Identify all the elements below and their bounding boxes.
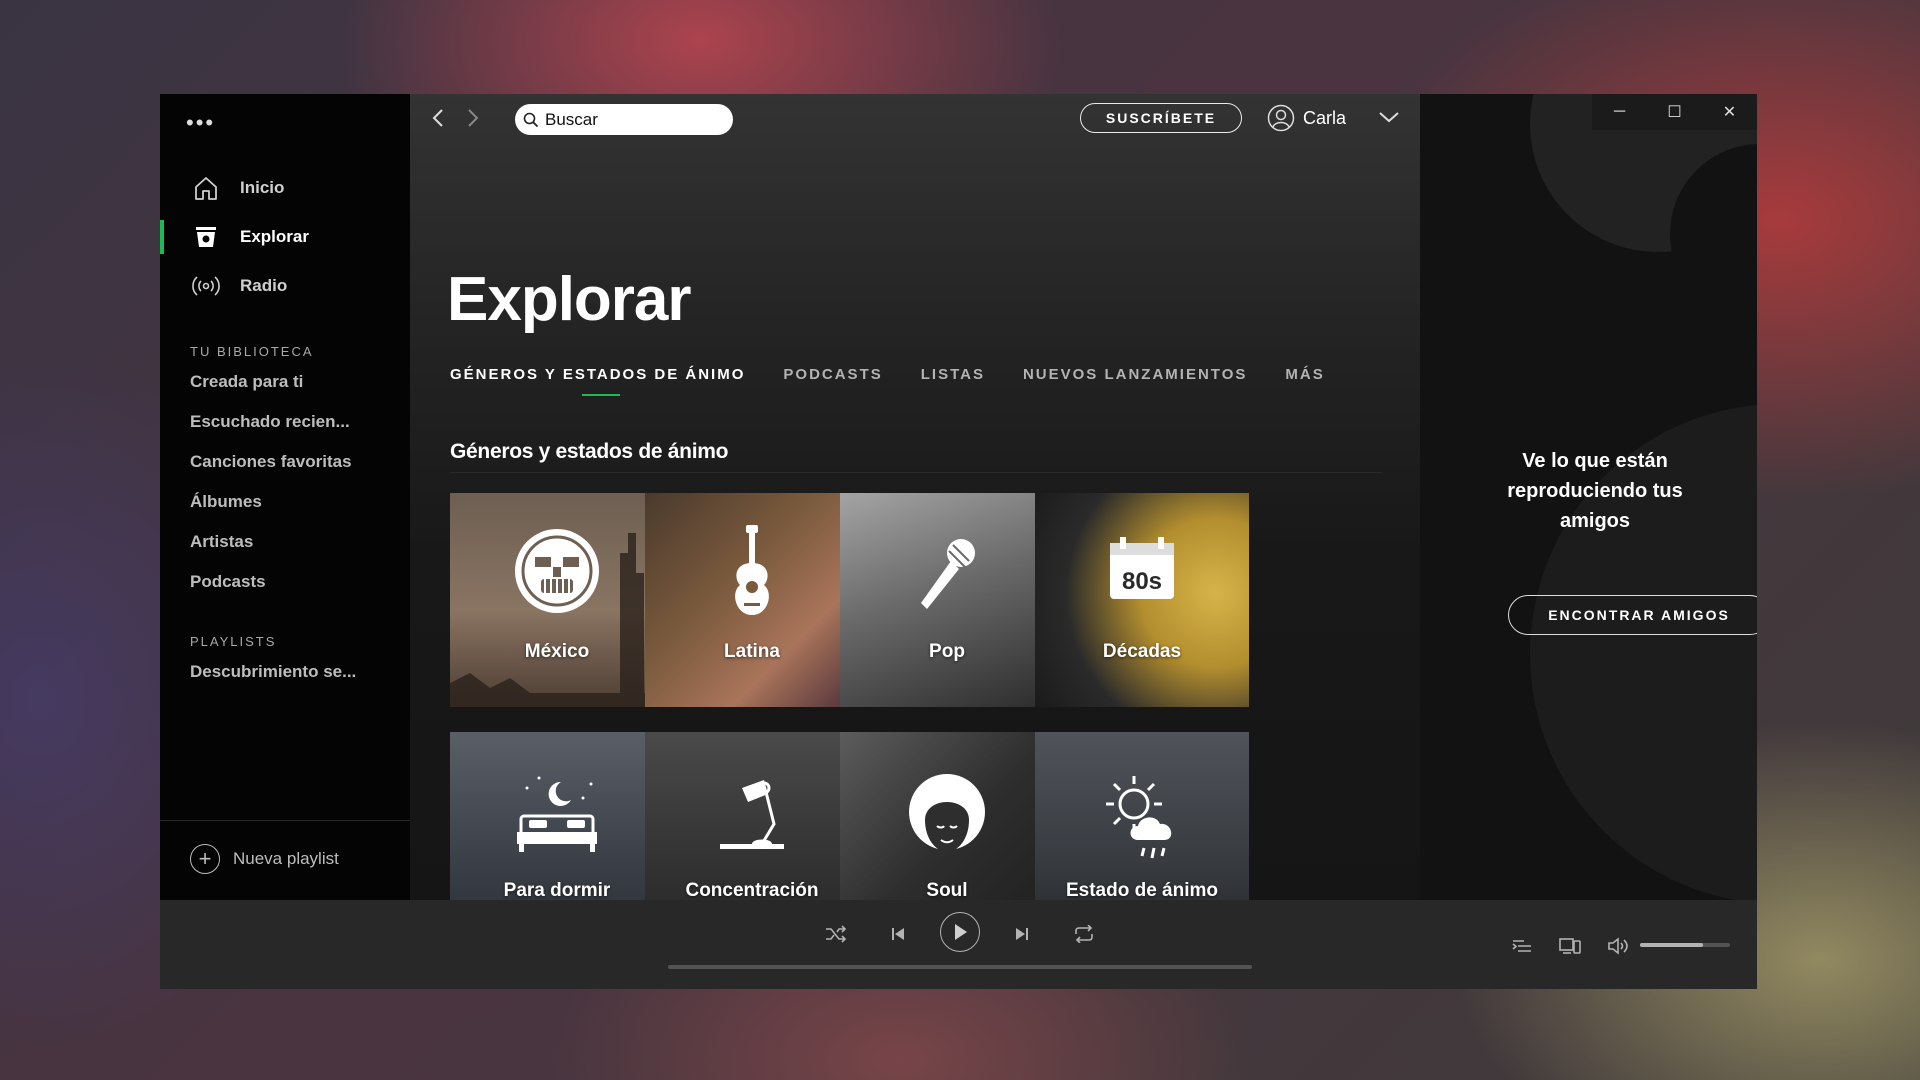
maximize-icon[interactable]: ☐ [1647, 94, 1702, 130]
browse-icon [190, 221, 222, 253]
user-name: Carla [1303, 107, 1347, 128]
forward-arrow-icon[interactable] [465, 106, 481, 135]
tab-more[interactable]: MÁS [1285, 366, 1324, 383]
tab-podcasts[interactable]: PODCASTS [783, 366, 882, 383]
desk-lamp-icon [645, 772, 859, 862]
find-friends-button[interactable]: ENCONTRAR AMIGOS [1508, 595, 1757, 635]
new-playlist-label: Nueva playlist [233, 849, 339, 868]
tile-label: Concentración [685, 880, 819, 900]
menu-dots-icon[interactable]: ••• [186, 110, 215, 136]
nav-label: Inicio [240, 178, 285, 197]
aztec-mask-icon [450, 523, 664, 619]
tile-label: Para dormir [503, 880, 611, 900]
active-indicator [160, 220, 164, 254]
nav-item-inicio[interactable]: Inicio [190, 171, 284, 205]
playlists-heading: PLAYLISTS [190, 634, 277, 649]
sidebar: ••• Inicio Explorar Radio TU BIBLIOTECA … [160, 94, 410, 900]
genre-tile-soul[interactable]: Soul [840, 732, 1054, 900]
queue-icon[interactable] [1510, 934, 1534, 958]
chevron-down-icon[interactable] [1378, 110, 1400, 129]
genre-tile-mood[interactable]: Estado de ánimo [1035, 732, 1249, 900]
library-item-liked-songs[interactable]: Canciones favoritas [190, 452, 352, 472]
nav-item-explorar[interactable]: Explorar [190, 220, 309, 254]
tile-label: Pop [929, 641, 965, 662]
genre-tile-focus[interactable]: Concentración [645, 732, 859, 900]
user-avatar-icon [1267, 104, 1295, 132]
library-item-albums[interactable]: Álbumes [190, 492, 262, 512]
library-item-artists[interactable]: Artistas [190, 532, 253, 552]
tile-label: Latina [724, 641, 780, 662]
genre-tile-decades[interactable]: 80s Décadas [1035, 493, 1249, 707]
back-arrow-icon[interactable] [430, 106, 446, 135]
search-box[interactable] [515, 104, 733, 135]
shuffle-icon[interactable] [824, 922, 848, 946]
spotify-window: ••• Inicio Explorar Radio TU BIBLIOTECA … [160, 94, 1757, 989]
genre-tile-latina[interactable]: Latina [645, 493, 859, 707]
window-controls: ─ ☐ ✕ [1592, 94, 1757, 130]
repeat-icon[interactable] [1072, 922, 1096, 946]
volume-level [1640, 943, 1703, 947]
home-icon [190, 172, 222, 204]
player-bar [160, 900, 1757, 989]
subscribe-button[interactable]: SUSCRÍBETE [1080, 103, 1242, 133]
previous-track-icon[interactable] [886, 922, 910, 946]
genre-tile-pop[interactable]: Pop [840, 493, 1054, 707]
playlist-item[interactable]: Descubrimiento se... [190, 662, 356, 682]
devices-icon[interactable] [1558, 934, 1582, 958]
search-icon [523, 112, 539, 128]
next-track-icon[interactable] [1010, 922, 1034, 946]
library-item-made-for-you[interactable]: Creada para ti [190, 372, 303, 392]
genre-tile-mexico[interactable]: México [450, 493, 664, 707]
friend-activity-panel: ─ ☐ ✕ Ve lo que están reproduciendo tus … [1420, 94, 1757, 900]
nav-label: Explorar [240, 227, 309, 246]
tile-label: Soul [926, 880, 968, 900]
genre-tile-sleep[interactable]: Para dormir [450, 732, 664, 900]
nav-item-radio[interactable]: Radio [190, 269, 287, 303]
tile-label: Décadas [1102, 641, 1182, 662]
minimize-icon[interactable]: ─ [1592, 94, 1647, 130]
tab-bar: GÉNEROS Y ESTADOS DE ÁNIMO PODCASTS LIST… [450, 366, 1363, 396]
calendar-80s-text: 80s [1122, 568, 1162, 595]
page-title: Explorar [447, 265, 692, 334]
bed-moon-icon [450, 772, 664, 862]
volume-slider[interactable] [1640, 943, 1730, 947]
library-heading: TU BIBLIOTECA [190, 344, 314, 359]
library-item-podcasts[interactable]: Podcasts [190, 572, 266, 592]
afro-face-icon [840, 768, 1054, 868]
nav-label: Radio [240, 276, 288, 295]
calendar-80s-icon: 80s [1035, 523, 1249, 619]
play-icon[interactable] [940, 912, 980, 952]
friends-message: Ve lo que están reproduciendo tus amigos [1507, 450, 1683, 532]
new-playlist-button[interactable]: + Nueva playlist [190, 844, 339, 874]
user-menu[interactable]: Carla [1267, 104, 1346, 132]
plus-circle-icon: + [190, 844, 220, 874]
sidebar-divider [160, 820, 410, 821]
tile-label: Estado de ánimo [1065, 880, 1219, 900]
sun-cloud-rain-icon [1035, 768, 1249, 868]
radio-icon [190, 270, 222, 302]
tab-charts[interactable]: LISTAS [921, 366, 985, 383]
volume-icon[interactable] [1606, 934, 1630, 958]
search-input[interactable] [545, 109, 715, 130]
section-divider [450, 472, 1382, 473]
microphone-icon [840, 523, 1054, 619]
main-content: SUSCRÍBETE Carla Explorar GÉNEROS Y ESTA… [410, 94, 1420, 900]
library-item-recently-played[interactable]: Escuchado recien... [190, 412, 350, 432]
section-title: Géneros y estados de ánimo [450, 440, 729, 463]
close-icon[interactable]: ✕ [1702, 94, 1757, 130]
tab-genres-moods[interactable]: GÉNEROS Y ESTADOS DE ÁNIMO [450, 366, 745, 396]
tile-label: México [524, 641, 590, 662]
guitar-icon [645, 523, 859, 619]
playback-progress-bar[interactable] [668, 965, 1252, 969]
tab-new-releases[interactable]: NUEVOS LANZAMIENTOS [1023, 366, 1247, 383]
top-bar: SUSCRÍBETE Carla [410, 94, 1420, 146]
